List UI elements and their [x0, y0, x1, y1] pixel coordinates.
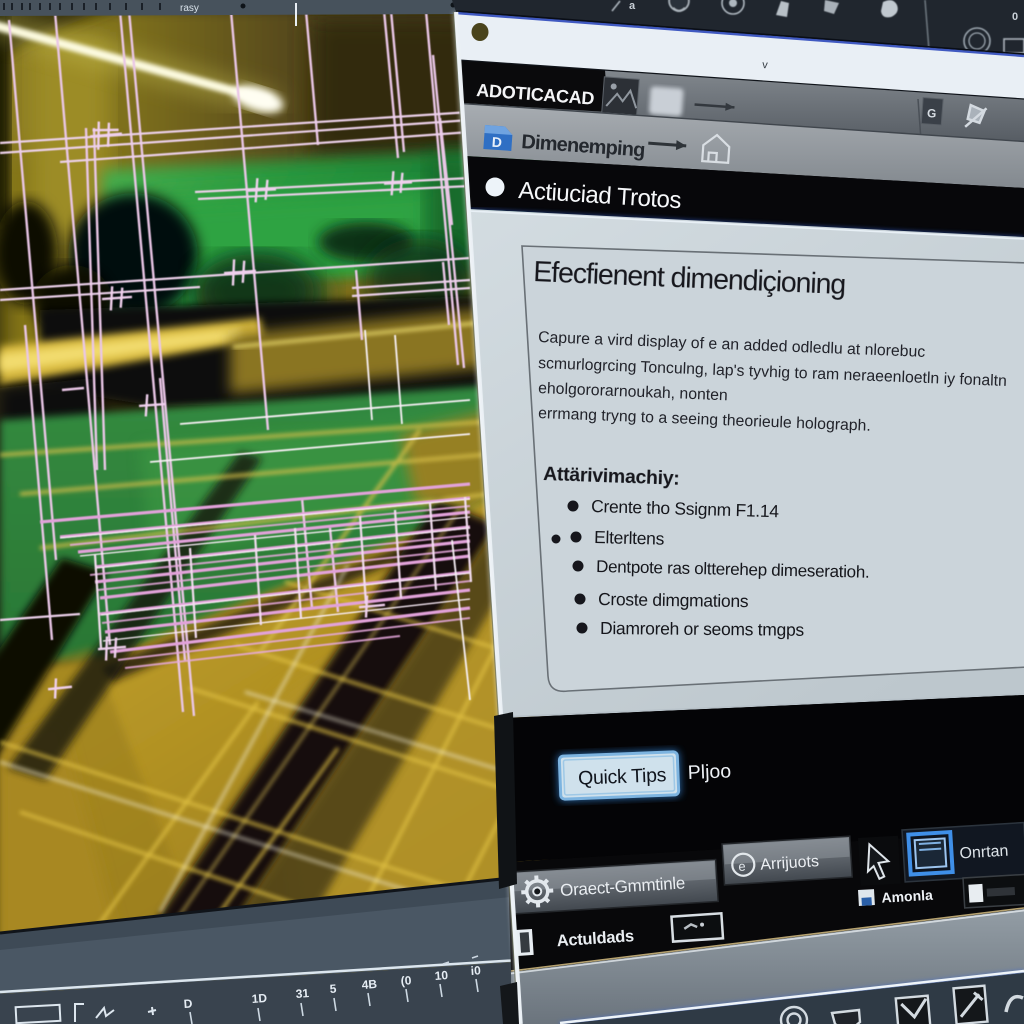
- svg-text:D: D: [183, 996, 193, 1011]
- svg-text:G: G: [927, 106, 937, 121]
- svg-text:5: 5: [329, 982, 337, 996]
- svg-text:1D: 1D: [251, 991, 268, 1006]
- svg-text:Amonla: Amonla: [881, 887, 933, 906]
- svg-text:31: 31: [295, 986, 310, 1001]
- svg-text:10: 10: [434, 968, 449, 983]
- svg-text:Onrtan: Onrtan: [959, 843, 1009, 863]
- svg-text:Croste dimgmations: Croste dimgmations: [598, 589, 749, 611]
- svg-text:e: e: [738, 859, 746, 874]
- svg-text:Diamroreh or seoms tmgps: Diamroreh or seoms tmgps: [600, 618, 805, 640]
- svg-text:D: D: [491, 134, 502, 151]
- svg-text:i0: i0: [470, 963, 481, 978]
- svg-text:Quick Tips: Quick Tips: [578, 764, 667, 789]
- svg-text:Elterltens: Elterltens: [594, 527, 665, 549]
- svg-text:a: a: [629, 0, 636, 12]
- svg-text:Pljoo: Pljoo: [687, 760, 731, 784]
- svg-text:rasy: rasy: [180, 3, 199, 14]
- svg-text:0: 0: [1012, 11, 1018, 23]
- svg-text:(0: (0: [400, 973, 412, 988]
- svg-text:Arrijuots: Arrijuots: [760, 853, 820, 874]
- svg-text:4B: 4B: [361, 977, 378, 992]
